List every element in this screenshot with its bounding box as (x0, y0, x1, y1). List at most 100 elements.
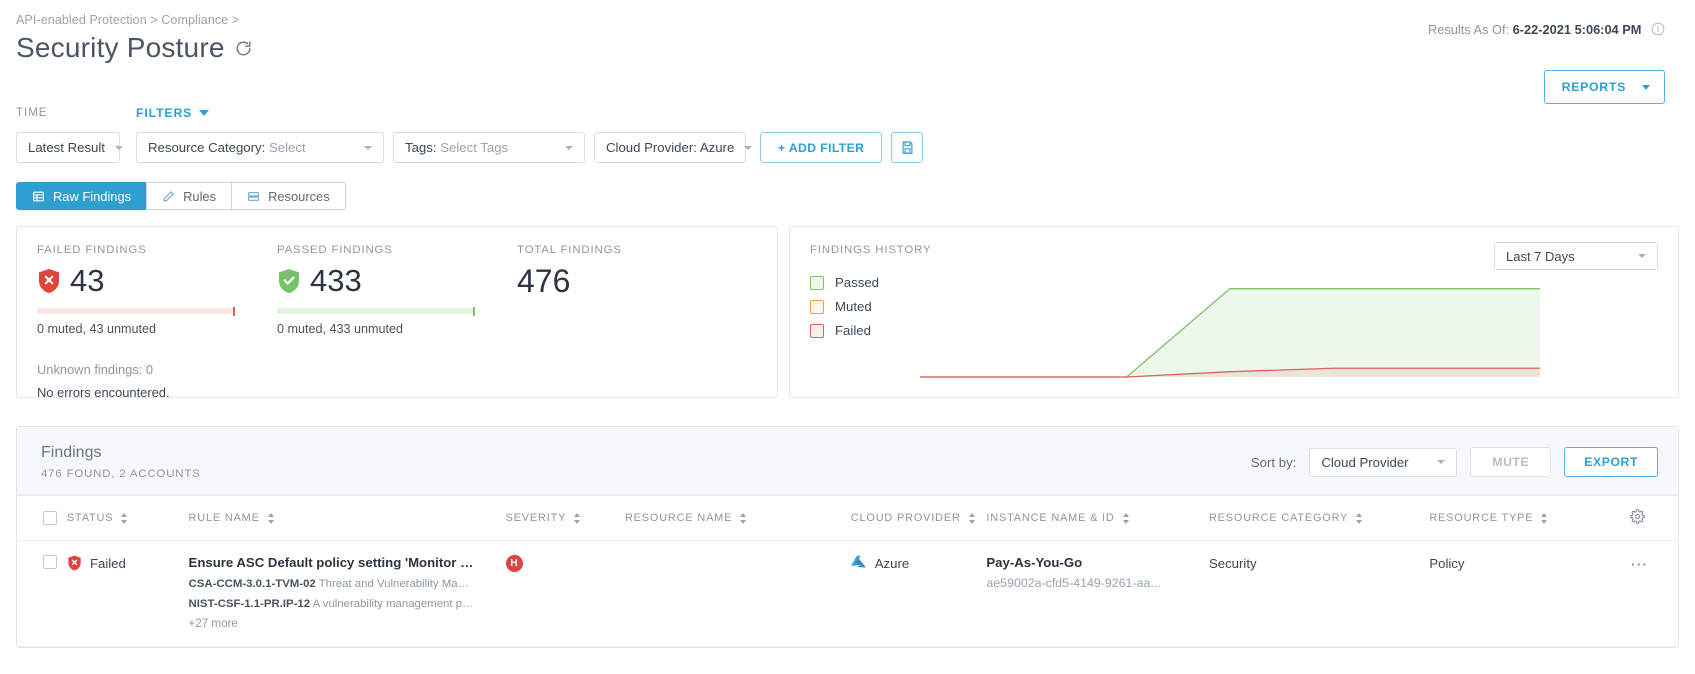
sort-icon (1122, 512, 1130, 524)
failed-findings-sub: 0 muted, 43 unmuted (37, 322, 157, 336)
column-instance[interactable]: INSTANCE NAME & ID (986, 495, 1209, 541)
findings-table-header-row: STATUS RULE NAME SEVERITY RESOURCE NAME (17, 495, 1678, 541)
failed-findings-stat: FAILED FINDINGS 43 0 muted, 43 unmuted (37, 244, 277, 336)
row-rule-name[interactable]: Ensure ASC Default policy setting 'Monit… (189, 555, 474, 572)
chevron-down-icon (114, 145, 123, 150)
tags-value: Select Tags (440, 140, 509, 155)
security-posture-page: API-enabled Protection > Compliance > Se… (0, 0, 1695, 674)
chevron-down-icon (1638, 254, 1646, 258)
sort-icon (267, 512, 275, 524)
row-rule-more-link[interactable]: +27 more (189, 617, 506, 630)
column-settings[interactable] (1630, 495, 1678, 541)
column-resource-name[interactable]: RESOURCE NAME (624, 495, 851, 541)
legend-item-passed[interactable]: Passed (810, 275, 1658, 290)
select-all-checkbox[interactable] (43, 511, 57, 525)
row-rule-meta-1-text: Threat and Vulnerability Mana... (318, 577, 474, 590)
row-rule-cell: Ensure ASC Default policy setting 'Monit… (188, 540, 506, 647)
row-resource-type-cell: Policy (1429, 540, 1631, 647)
time-range-value: Latest Result (28, 140, 105, 155)
results-as-of-label: Results As Of: (1428, 22, 1510, 37)
chevron-down-icon (1437, 460, 1446, 464)
legend-swatch-muted (810, 299, 824, 314)
results-as-of: Results As Of: 6-22-2021 5:06:04 PM (1428, 22, 1665, 37)
tags-select[interactable]: Tags: Select Tags (393, 132, 585, 163)
column-rule-name-label: RULE NAME (188, 512, 260, 524)
cloud-provider-select[interactable]: Cloud Provider: Azure (594, 132, 753, 163)
column-rule-name[interactable]: RULE NAME (188, 495, 506, 541)
row-instance-id: ae59002a-cfd5-4149-9261-aa... (986, 576, 1161, 590)
history-range-select[interactable]: Last 7 Days (1494, 242, 1658, 270)
sort-icon (120, 512, 128, 524)
row-severity-cell: H (505, 540, 625, 647)
tab-raw-findings[interactable]: Raw Findings (16, 182, 147, 210)
errors-text: No errors encountered. (37, 385, 170, 400)
cloud-provider-value: Azure (699, 140, 735, 155)
resource-category-value: Select (268, 140, 306, 155)
row-cloud-provider: Azure (874, 555, 910, 571)
column-severity[interactable]: SEVERITY (505, 495, 625, 541)
legend-item-muted[interactable]: Muted (810, 299, 1658, 314)
info-icon[interactable] (1651, 22, 1665, 36)
row-resource-name-cell (624, 540, 851, 647)
mute-button[interactable]: MUTE (1470, 447, 1552, 477)
pencil-icon (162, 190, 175, 203)
chevron-down-icon (744, 145, 753, 150)
sort-icon (739, 512, 747, 524)
sort-by-label: Sort by: (1250, 454, 1297, 470)
table-row[interactable]: Failed Ensure ASC Default policy setting… (17, 540, 1678, 647)
shield-check-icon (277, 268, 301, 294)
cloud-provider-prefix: Cloud Provider: (606, 140, 697, 155)
legend-item-failed[interactable]: Failed (810, 323, 1658, 338)
row-more-menu-icon[interactable]: ⋯ (1630, 555, 1649, 574)
shield-x-icon (67, 555, 82, 571)
column-resource-category[interactable]: RESOURCE CATEGORY (1208, 495, 1430, 541)
total-findings-stat: TOTAL FINDINGS 476 (517, 244, 757, 336)
refresh-icon[interactable] (234, 39, 253, 58)
chevron-down-icon (565, 145, 573, 150)
tab-rules[interactable]: Rules (146, 182, 232, 210)
tags-prefix: Tags: (405, 140, 437, 155)
save-filter-button[interactable] (891, 132, 924, 163)
filter-bar: Latest Result Resource Category: Select … (16, 132, 1679, 163)
resource-category-select[interactable]: Resource Category: Select (136, 132, 384, 163)
filter-labels-row: TIME FILTERS (16, 105, 1679, 121)
column-resource-type-label: RESOURCE TYPE (1429, 512, 1534, 524)
failed-findings-value: 43 (70, 263, 105, 298)
row-rule-meta-2-text: A vulnerability management pla... (312, 598, 474, 611)
filters-toggle-label: FILTERS (136, 106, 193, 120)
legend-swatch-failed (810, 323, 824, 338)
row-resource-type: Policy (1429, 556, 1465, 571)
add-filter-button[interactable]: + ADD FILTER (760, 132, 883, 163)
time-range-select[interactable]: Latest Result (16, 132, 123, 163)
sort-icon (1355, 512, 1363, 524)
legend-label-passed: Passed (835, 275, 879, 290)
column-severity-label: SEVERITY (505, 512, 567, 524)
gear-icon[interactable] (1630, 509, 1678, 527)
export-button[interactable]: EXPORT (1564, 447, 1658, 477)
chart-legend: Passed Muted Failed (810, 275, 1658, 338)
findings-summary-card: FAILED FINDINGS 43 0 muted, 43 unmuted P… (16, 226, 778, 400)
row-checkbox[interactable] (43, 555, 57, 569)
reports-button[interactable]: REPORTS (1543, 70, 1665, 104)
tab-resources[interactable]: Resources (231, 182, 346, 210)
column-cloud-provider-label: CLOUD PROVIDER (850, 512, 961, 524)
row-rule-meta-1: CSA-CCM-3.0.1-TVM-02 Threat and Vulnerab… (189, 576, 474, 593)
column-resource-type[interactable]: RESOURCE TYPE (1429, 495, 1631, 541)
row-status-cell: Failed (66, 540, 189, 647)
column-cloud-provider[interactable]: CLOUD PROVIDER (850, 495, 987, 541)
sort-by-select[interactable]: Cloud Provider (1309, 447, 1458, 477)
filters-toggle[interactable]: FILTERS (136, 106, 210, 120)
page-title: Security Posture (16, 32, 225, 63)
time-label: TIME (16, 107, 48, 119)
findings-header: Findings 476 FOUND, 2 ACCOUNTS Sort by: … (17, 427, 1678, 495)
column-status-label: STATUS (66, 512, 114, 524)
sort-icon (573, 512, 581, 524)
findings-history-card: FINDINGS HISTORY Last 7 Days Passed Mute… (789, 226, 1679, 398)
column-status[interactable]: STATUS (66, 495, 189, 541)
view-tabs: Raw Findings Rules Resources (16, 182, 1679, 210)
chevron-down-icon (364, 145, 372, 150)
row-resource-category-cell: Security (1208, 540, 1430, 647)
severity-badge: H (505, 555, 523, 572)
passed-findings-label: PASSED FINDINGS (277, 244, 393, 256)
passed-findings-stat: PASSED FINDINGS 433 0 muted, 433 unmuted (277, 244, 517, 336)
